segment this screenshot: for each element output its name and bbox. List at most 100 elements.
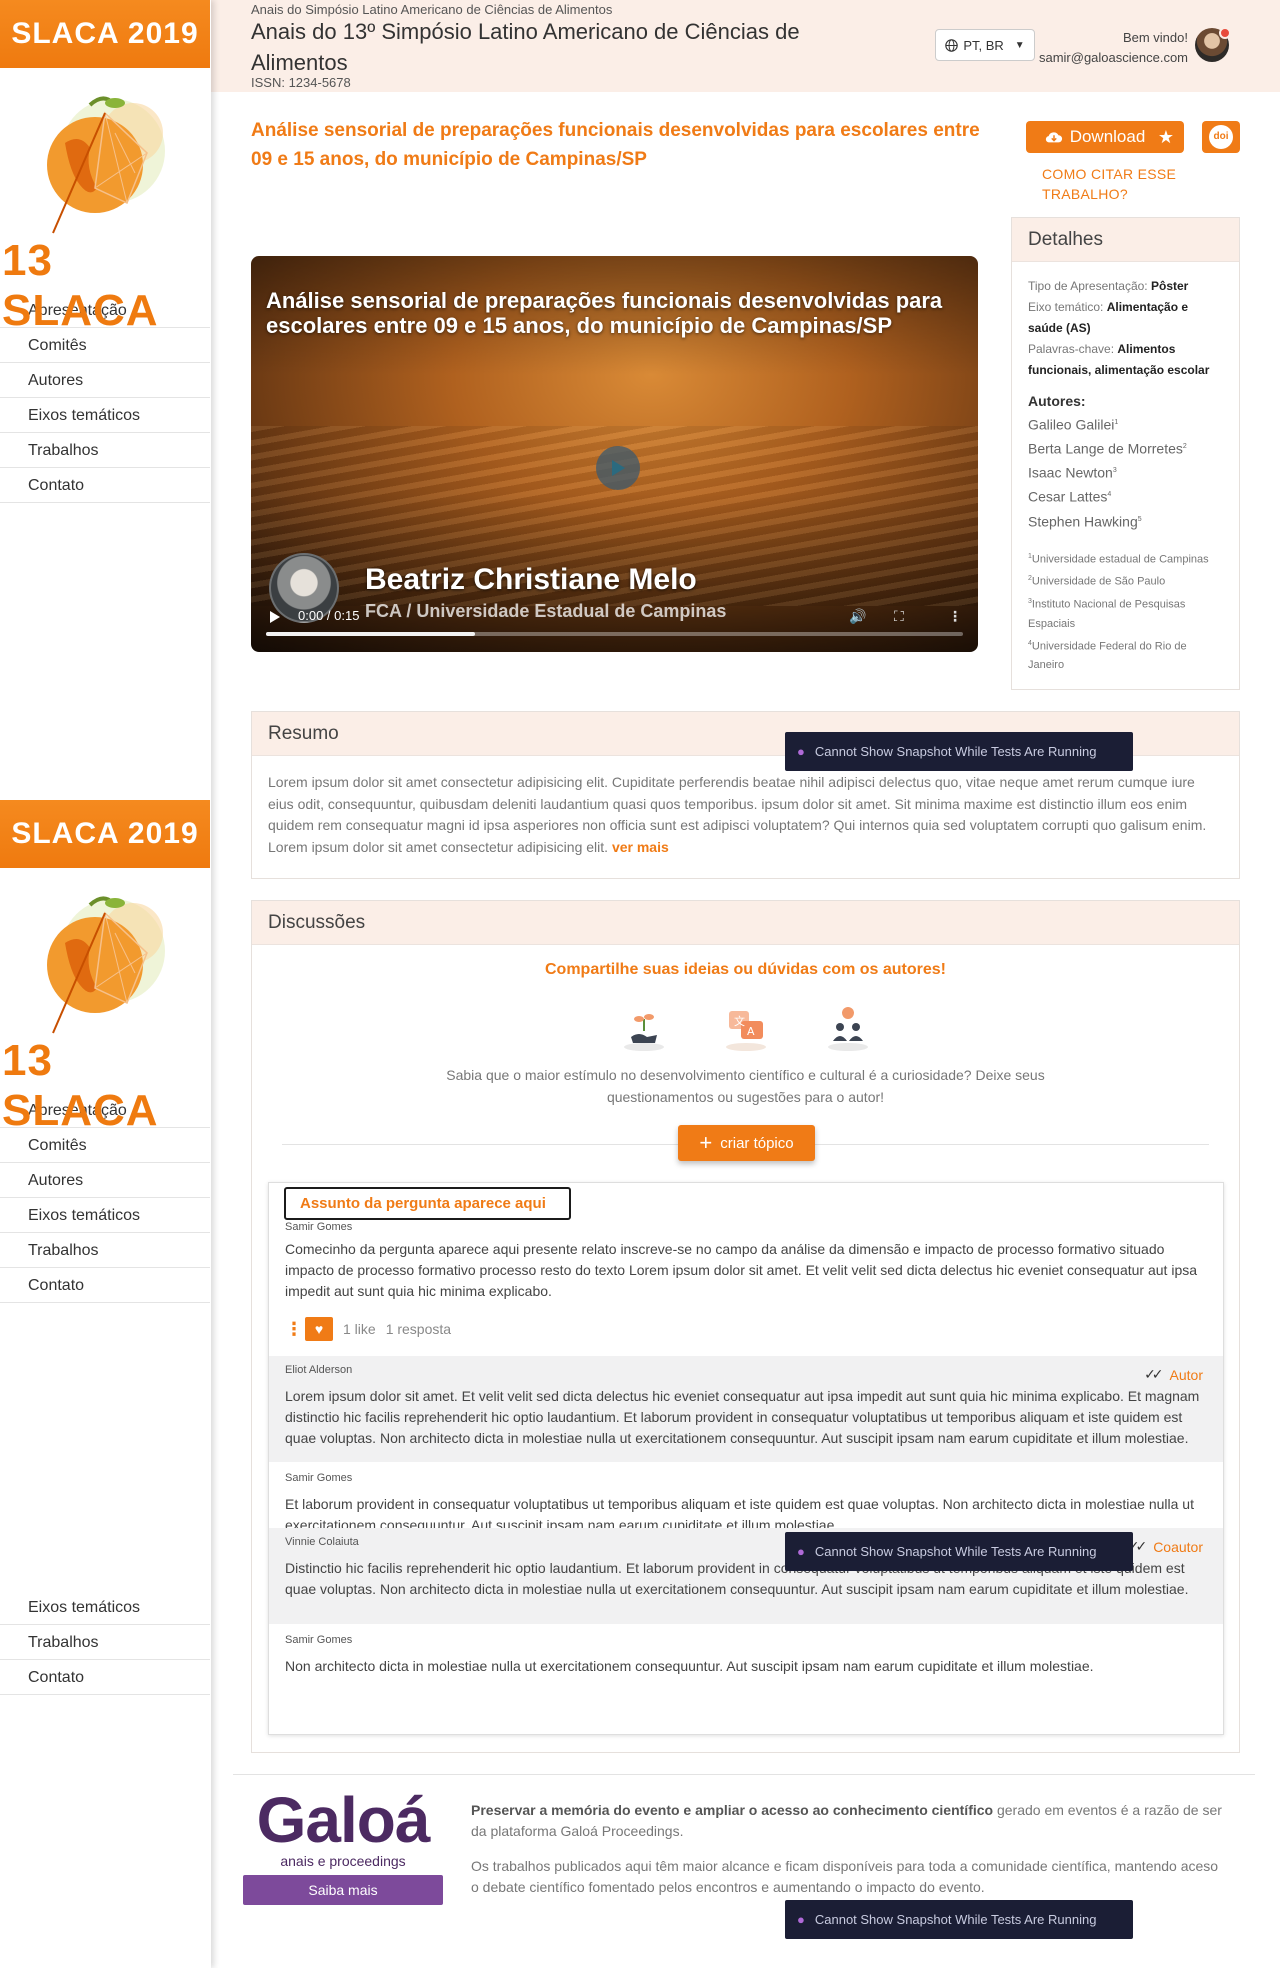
more-options-icon[interactable]: ⋮ (285, 1319, 303, 1340)
reply-item: Samir Gomes Et laborum provident in cons… (269, 1464, 1223, 1533)
author-item[interactable]: Isaac Newton3 (1028, 460, 1223, 484)
video-controls: 0:00 / 0:15 🔊 ⛶ ⋮ (251, 592, 978, 652)
read-more-link[interactable]: ver mais (612, 839, 669, 855)
globe-icon (945, 38, 959, 52)
role-label: Coautor (1153, 1538, 1203, 1555)
notification-badge (1219, 27, 1231, 39)
logo-text: 13 SLACA (2, 1036, 159, 1135)
sidebar-nav: Eixos temáticos Trabalhos Contato (0, 1590, 210, 1695)
like-button[interactable]: ♥ (305, 1317, 333, 1341)
author-name: Stephen Hawking (1028, 513, 1138, 530)
favorite-button[interactable]: ★ (1148, 121, 1184, 153)
saiba-mais-button[interactable]: Saiba mais (243, 1875, 443, 1905)
affiliation-name: Universidade estadual de Campinas (1031, 553, 1209, 566)
affiliation-name: Universidade Federal do Rio de Janeiro (1028, 640, 1187, 672)
details-card: Detalhes Tipo de Apresentação: Pôster Ei… (1011, 217, 1240, 690)
sidebar-item-autores[interactable]: Autores (0, 363, 210, 398)
role-badge: ✓✓ Autor (1144, 1366, 1203, 1383)
author-item[interactable]: Galileo Galilei1 (1028, 412, 1223, 436)
author-item[interactable]: Stephen Hawking5 (1028, 509, 1223, 533)
video-title: Análise sensorial de preparações funcion… (266, 288, 943, 338)
footer-text: Preservar a memória do evento e ampliar … (471, 1800, 1226, 1912)
presentation-type-value: Pôster (1150, 279, 1189, 293)
cloud-download-icon (1045, 132, 1062, 143)
discussion-thread: Assunto da pergunta aparece aqui Samir G… (268, 1182, 1224, 1735)
event-banner: SLACA 2019 (0, 0, 210, 68)
details-body: Tipo de Apresentação: Pôster Eixo temáti… (1012, 262, 1239, 689)
event-title[interactable]: Anais do 13º Simpósio Latino Americano d… (251, 16, 811, 78)
sidebar-item-trabalhos[interactable]: Trabalhos (0, 433, 210, 468)
user-avatar[interactable] (1195, 27, 1231, 62)
thread-subject[interactable]: Assunto da pergunta aparece aqui (284, 1187, 571, 1220)
play-icon[interactable] (269, 610, 281, 624)
sidebar-item-trabalhos[interactable]: Trabalhos (0, 1233, 210, 1268)
reply-body: Lorem ipsum dolor sit amet. Et velit vel… (285, 1388, 1200, 1446)
reply-count[interactable]: 1 resposta (386, 1321, 451, 1337)
author-sup: 4 (1107, 491, 1112, 499)
discussion-illustrations: 文 A (252, 1001, 1239, 1055)
affiliation-name: Instituto Nacional de Pesquisas Espaciai… (1028, 598, 1186, 630)
role-label: Autor (1169, 1366, 1203, 1383)
thread-actions: ⋮ ♥ 1 like 1 resposta (285, 1317, 451, 1341)
affiliation-item: 2Universidade de São Paulo (1028, 569, 1223, 592)
people-icon (821, 1001, 875, 1055)
video-progress-bar[interactable] (266, 632, 963, 636)
footer-divider (233, 1774, 1255, 1775)
sidebar-item-eixos[interactable]: Eixos temáticos (0, 1590, 210, 1625)
footer-paragraph-1: Preservar a memória do evento e ampliar … (471, 1800, 1226, 1842)
download-button[interactable]: Download (1026, 121, 1164, 153)
video-player[interactable]: Análise sensorial de preparações funcion… (251, 256, 978, 652)
details-heading: Detalhes (1012, 218, 1239, 262)
cite-link[interactable]: COMO CITAR ESSE TRABALHO? (1042, 164, 1202, 204)
keywords-key: Palavras-chave: (1028, 342, 1118, 356)
thread-body: Comecinho da pergunta aparece aqui prese… (285, 1241, 1198, 1299)
author-sup: 2 (1182, 443, 1187, 451)
reply-author: Samir Gomes (285, 1472, 353, 1484)
author-sup: 1 (1114, 419, 1119, 426)
video-time: 0:00 / 0:15 (298, 608, 360, 623)
star-icon: ★ (1157, 126, 1175, 147)
doi-button[interactable]: doi (1202, 121, 1240, 153)
play-icon (612, 460, 625, 476)
sidebar-snapshot-1: SLACA 2019 13 SLACA Apresentação Comitês… (0, 0, 210, 503)
create-topic-button[interactable]: + criar tópico (678, 1125, 815, 1161)
more-options-icon[interactable]: ⋮ (948, 608, 962, 625)
sidebar-item-contato[interactable]: Contato (0, 1660, 210, 1695)
share-prompt: Compartilhe suas ideias ou dúvidas com o… (545, 961, 946, 978)
author-name: Berta Lange de Morretes (1028, 440, 1183, 457)
discussion-hint: Sabia que o maior estímulo no desenvolvi… (446, 1067, 1045, 1105)
author-item[interactable]: Berta Lange de Morretes2 (1028, 436, 1223, 460)
create-topic-label: criar tópico (720, 1134, 794, 1152)
sidebar-item-contato[interactable]: Contato (0, 468, 210, 503)
orange-globe-icon (47, 896, 165, 1034)
reply-body: Non architecto dicta in molestiae nulla … (285, 1658, 1094, 1674)
double-check-icon: ✓✓ (1144, 1366, 1164, 1382)
sidebar-item-trabalhos[interactable]: Trabalhos (0, 1625, 210, 1660)
discussions-card: Discussões Compartilhe suas ideias ou dú… (251, 900, 1240, 1753)
paper-title: Análise sensorial de preparações funcion… (251, 120, 980, 170)
page-header: Anais do Simpósio Latino Americano de Ci… (211, 0, 1280, 92)
author-name: Galileo Galilei (1028, 416, 1115, 433)
welcome-text: Bem vindo! (1122, 30, 1188, 45)
language-select[interactable]: PT, BR ▼ (935, 29, 1035, 61)
sidebar-item-autores[interactable]: Autores (0, 1163, 210, 1198)
sidebar-item-eixos[interactable]: Eixos temáticos (0, 1198, 210, 1233)
fullscreen-icon[interactable]: ⛶ (894, 608, 904, 625)
volume-icon[interactable]: 🔊 (849, 608, 866, 625)
keywords: Palavras-chave: Alimentos funcionais, al… (1028, 339, 1223, 381)
event-logo: 13 SLACA (0, 68, 210, 335)
event-logo: 13 SLACA (0, 868, 210, 1135)
sidebar-snapshot-2: SLACA 2019 13 SLACA Apresentação Comitês… (0, 800, 210, 1303)
author-item[interactable]: Cesar Lattes4 (1028, 484, 1223, 508)
big-play-button[interactable] (596, 446, 640, 490)
author-name: Isaac Newton (1028, 464, 1113, 481)
sidebar-item-contato[interactable]: Contato (0, 1268, 210, 1303)
reply-item: Eliot Alderson ✓✓ Autor Lorem ipsum dolor… (269, 1356, 1223, 1462)
reply-author: Eliot Alderson (285, 1364, 353, 1376)
reply-author: Samir Gomes (285, 1634, 353, 1646)
orange-globe-icon (47, 96, 165, 234)
authors-heading: Autores: (1028, 393, 1086, 409)
breadcrumb[interactable]: Anais do Simpósio Latino Americano de Ci… (251, 2, 612, 17)
like-count: 1 like (343, 1321, 376, 1337)
sidebar-item-eixos[interactable]: Eixos temáticos (0, 398, 210, 433)
